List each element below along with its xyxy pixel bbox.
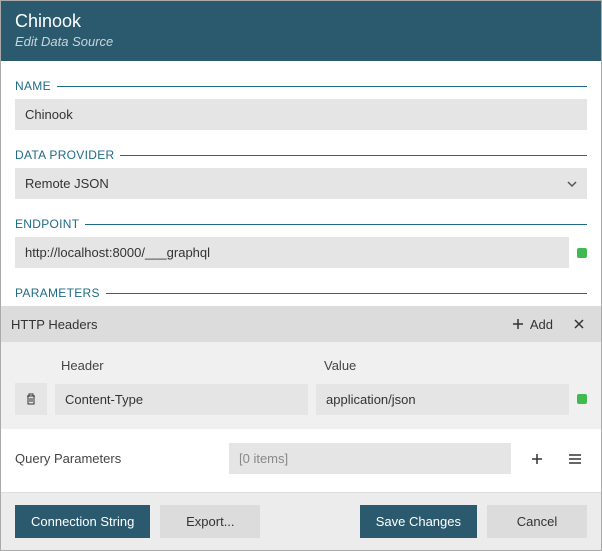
delete-header-button[interactable] — [15, 383, 47, 415]
close-headers-button[interactable] — [567, 312, 591, 336]
query-params-label: Query Parameters — [15, 451, 215, 466]
provider-select[interactable]: Remote JSON — [15, 168, 587, 199]
connection-string-button[interactable]: Connection String — [15, 505, 150, 538]
endpoint-section-label: ENDPOINT — [15, 217, 587, 231]
name-input[interactable] — [15, 99, 587, 130]
header-value-input[interactable] — [316, 384, 569, 415]
provider-section-label: DATA PROVIDER — [15, 148, 587, 162]
header-col-header: Header — [61, 358, 324, 373]
parameters-section-label: PARAMETERS — [15, 286, 587, 300]
endpoint-input[interactable] — [15, 237, 569, 268]
dialog-header: Chinook Edit Data Source — [1, 1, 601, 61]
trash-icon — [24, 392, 38, 406]
chevron-down-icon — [567, 179, 577, 189]
dialog-title: Chinook — [15, 11, 587, 32]
http-headers-bar: HTTP Headers Add — [1, 306, 601, 342]
save-button[interactable]: Save Changes — [360, 505, 477, 538]
provider-value: Remote JSON — [25, 176, 109, 191]
name-section-label: NAME — [15, 79, 587, 93]
menu-icon — [568, 453, 582, 465]
headers-columns: Header Value — [1, 358, 601, 383]
add-header-button[interactable]: Add — [508, 315, 557, 334]
dialog-footer: Connection String Export... Save Changes… — [1, 492, 601, 550]
add-query-param-button[interactable] — [525, 447, 549, 471]
close-icon — [573, 318, 585, 330]
header-status-icon — [577, 394, 587, 404]
http-headers-title: HTTP Headers — [11, 317, 508, 332]
header-name-input[interactable] — [55, 384, 308, 415]
cancel-button[interactable]: Cancel — [487, 505, 587, 538]
query-params-summary[interactable]: [0 items] — [229, 443, 511, 474]
endpoint-status-icon — [577, 248, 587, 258]
export-button[interactable]: Export... — [160, 505, 260, 538]
query-params-menu-button[interactable] — [563, 447, 587, 471]
query-params-row: Query Parameters [0 items] — [1, 429, 601, 488]
dialog-subtitle: Edit Data Source — [15, 34, 587, 49]
header-col-value: Value — [324, 358, 587, 373]
plus-icon — [512, 318, 524, 330]
plus-icon — [531, 453, 543, 465]
header-row — [1, 383, 601, 415]
